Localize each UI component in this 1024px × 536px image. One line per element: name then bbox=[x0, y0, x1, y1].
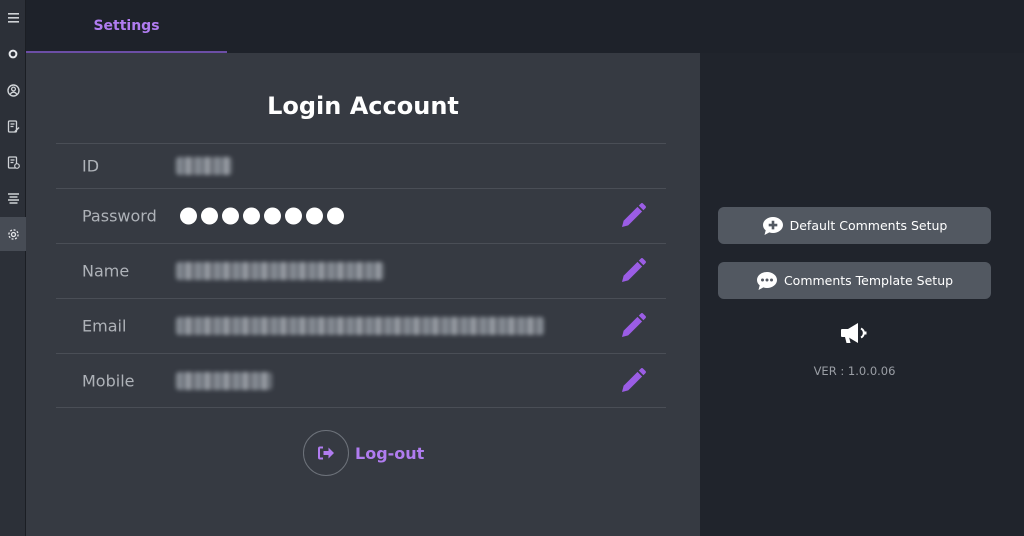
comment-plus-icon bbox=[762, 216, 783, 235]
login-account-panel: Login Account ID Password Name Email Mob… bbox=[26, 53, 700, 536]
left-rail bbox=[0, 0, 26, 536]
version-text: VER : 1.0.0.06 bbox=[813, 364, 896, 378]
gear-icon[interactable] bbox=[0, 217, 26, 251]
pencil-icon bbox=[622, 203, 646, 227]
comments-template-setup-button[interactable]: Comments Template Setup bbox=[718, 262, 991, 299]
pencil-icon bbox=[622, 258, 646, 282]
edit-email-button[interactable] bbox=[618, 311, 648, 341]
default-comments-setup-button[interactable]: Default Comments Setup bbox=[718, 207, 991, 244]
account-row-id: ID bbox=[56, 143, 666, 188]
redacted-value bbox=[176, 157, 232, 175]
comments-template-setup-label[interactable]: Comments Template Setup bbox=[784, 273, 953, 288]
logout-button[interactable]: Log-out bbox=[303, 430, 424, 476]
row-label: Email bbox=[82, 316, 127, 336]
pencil-icon bbox=[622, 313, 646, 337]
redacted-value bbox=[176, 371, 272, 390]
account-row-name: Name bbox=[56, 243, 666, 298]
default-comments-setup-label[interactable]: Default Comments Setup bbox=[790, 218, 948, 233]
row-label: Name bbox=[82, 261, 130, 281]
logout-label[interactable]: Log-out bbox=[355, 444, 424, 463]
document-settings-icon[interactable] bbox=[0, 145, 26, 179]
megaphone-icon[interactable] bbox=[839, 321, 869, 349]
account-rows: ID Password Name Email Mobile bbox=[56, 143, 666, 408]
tab-settings[interactable]: Settings bbox=[26, 0, 227, 53]
circle-o-icon[interactable] bbox=[0, 37, 26, 71]
account-row-password: Password bbox=[56, 188, 666, 243]
user-circle-icon[interactable] bbox=[0, 73, 26, 107]
comment-dots-icon bbox=[756, 271, 777, 290]
pencil-icon bbox=[622, 367, 646, 392]
layers-icon[interactable] bbox=[0, 181, 26, 215]
row-label: Mobile bbox=[82, 371, 135, 390]
page-title: Login Account bbox=[267, 92, 459, 120]
edit-name-button[interactable] bbox=[618, 256, 648, 286]
logout-icon[interactable] bbox=[303, 430, 349, 476]
password-dots bbox=[180, 207, 344, 225]
account-row-email: Email bbox=[56, 298, 666, 353]
row-label: ID bbox=[82, 156, 100, 176]
edit-mobile-button[interactable] bbox=[618, 366, 648, 396]
redacted-value bbox=[176, 262, 384, 280]
edit-document-icon[interactable] bbox=[0, 109, 26, 143]
redacted-value bbox=[176, 317, 544, 335]
menu-icon[interactable] bbox=[0, 1, 26, 35]
account-row-mobile: Mobile bbox=[56, 353, 666, 408]
edit-password-button[interactable] bbox=[618, 201, 648, 231]
row-label: Password bbox=[82, 206, 157, 226]
